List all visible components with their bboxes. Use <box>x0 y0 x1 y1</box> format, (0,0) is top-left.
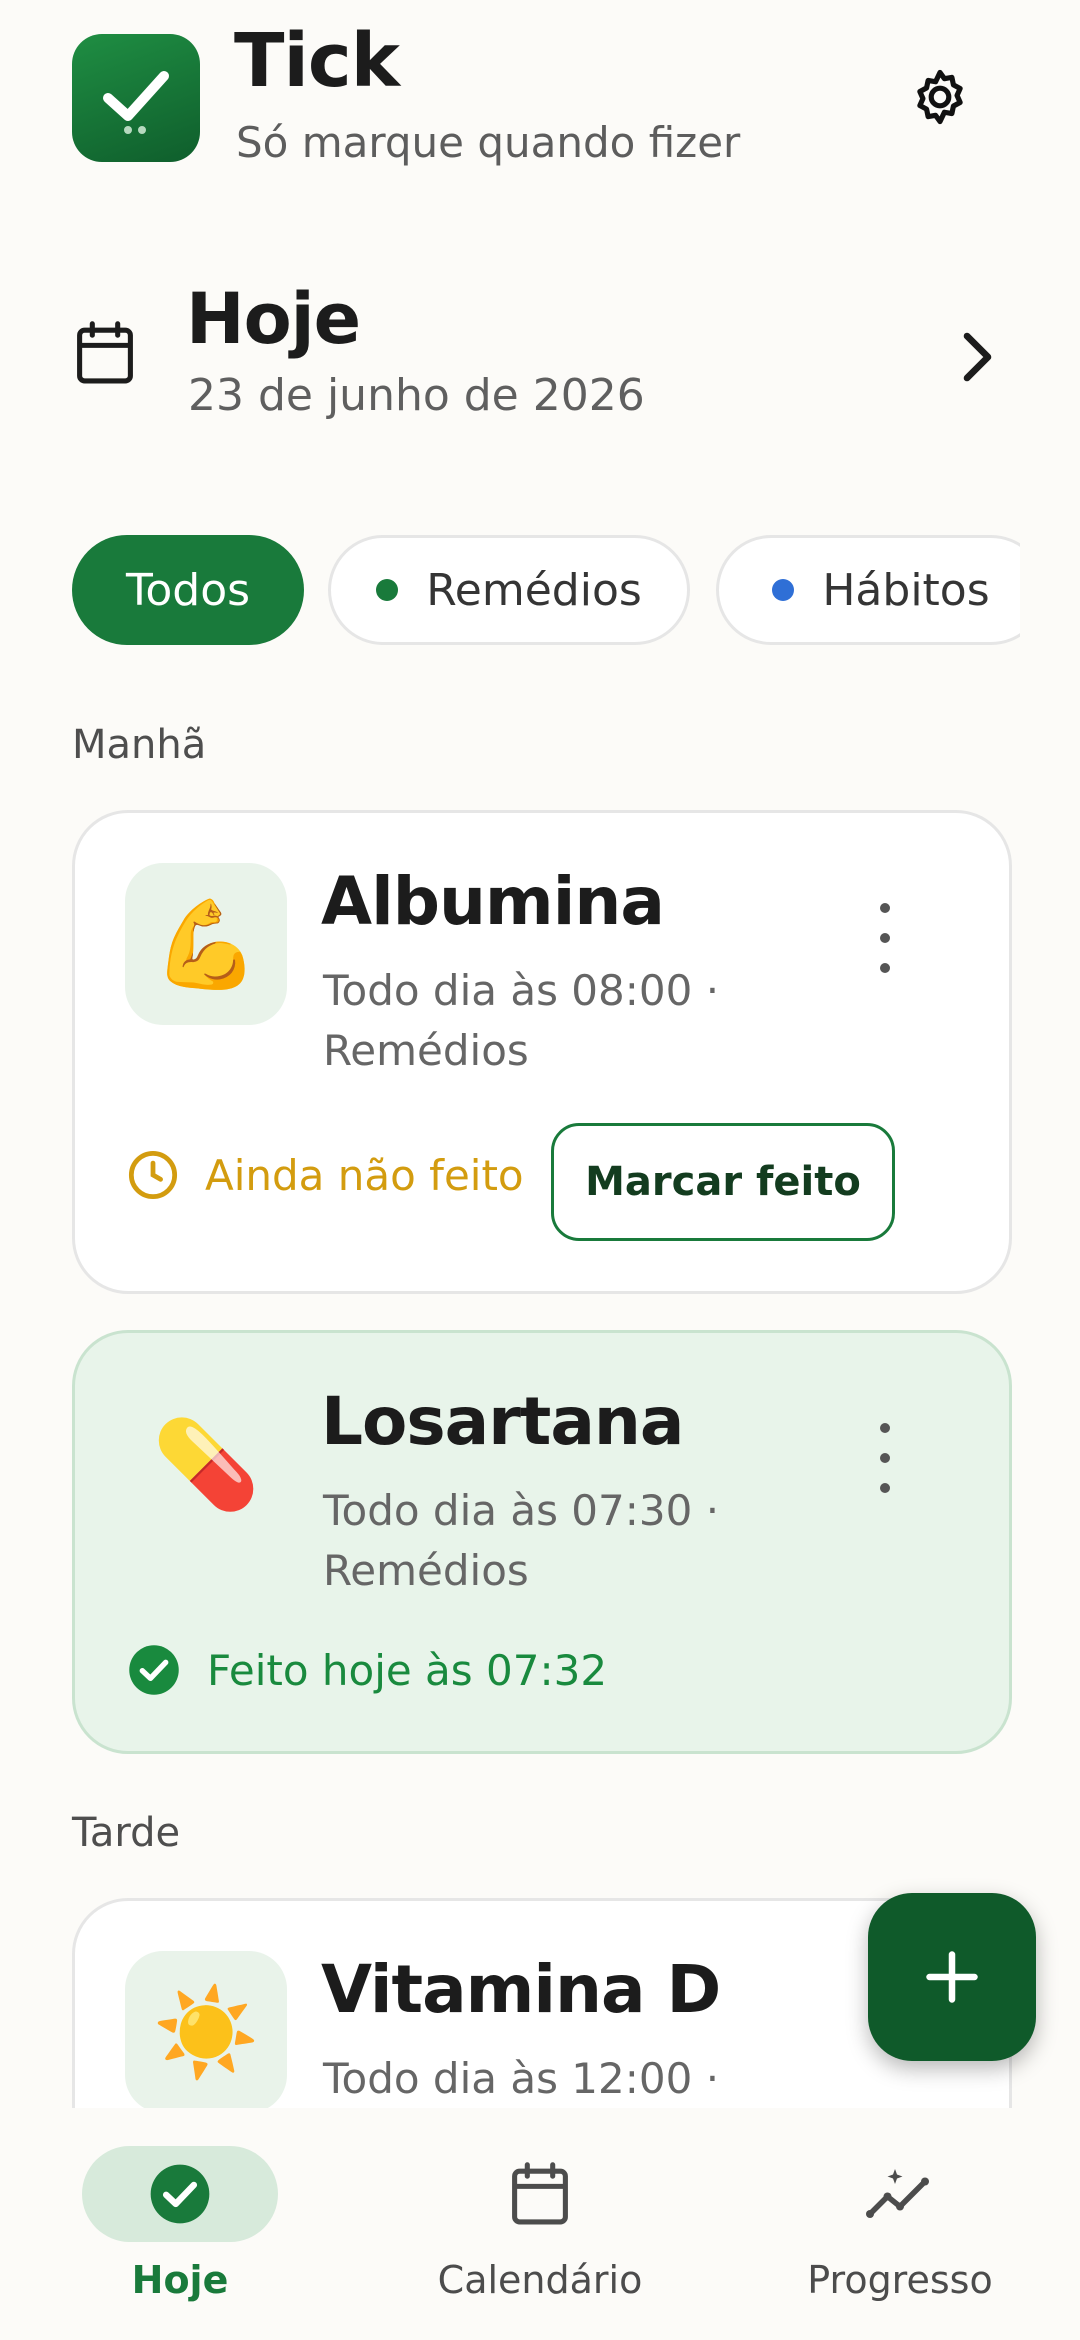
status-pending: Ainda não feito <box>127 1149 524 1201</box>
chip-label: Hábitos <box>822 564 990 616</box>
task-meta: Todo dia às 08:00 · Remédios <box>323 966 720 1075</box>
plus-icon <box>926 1951 978 2003</box>
date-selector[interactable]: Hoje 23 de junho de 2026 <box>0 270 1080 440</box>
check-logo-icon <box>103 71 169 134</box>
app-subtitle: Só marque quando fizer <box>236 118 741 167</box>
chevron-right-icon[interactable] <box>958 330 994 384</box>
check-circle-icon <box>129 1645 179 1695</box>
task-card-losartana[interactable]: 💊 Losartana Todo dia às 07:30 · Remédios… <box>72 1330 1012 1754</box>
green-dot-icon <box>376 579 399 601</box>
task-title: Losartana <box>321 1383 684 1460</box>
task-meta: Todo dia às 12:00 · <box>323 2054 720 2103</box>
status-done: Feito hoje às 07:32 <box>127 1643 607 1697</box>
calendar-icon <box>77 321 133 384</box>
trend-sparkle-icon <box>866 2169 929 2218</box>
nav-label: Hoje <box>131 2258 229 2302</box>
nav-item-calendario[interactable]: Calendário <box>360 2108 720 2340</box>
nav-item-progresso[interactable]: Progresso <box>720 2108 1080 2340</box>
nav-pill <box>442 2146 638 2242</box>
task-title: Albumina <box>321 863 665 940</box>
nav-label: Progresso <box>807 2258 993 2302</box>
filter-chip-habitos[interactable]: Hábitos <box>716 535 1020 645</box>
nav-label: Calendário <box>437 2258 643 2302</box>
settings-button[interactable] <box>905 62 975 132</box>
status-text: Feito hoje às 07:32 <box>207 1645 608 1695</box>
gear-icon <box>917 69 963 125</box>
calendar-icon <box>512 2162 568 2225</box>
section-label-morning: Manhã <box>72 722 207 768</box>
mark-done-button[interactable]: Marcar feito <box>551 1123 895 1241</box>
clock-icon <box>128 1150 178 1200</box>
blue-dot-icon <box>772 579 795 601</box>
more-vertical-icon[interactable] <box>865 1423 905 1493</box>
more-vertical-icon[interactable] <box>865 903 905 973</box>
nav-pill <box>82 2146 278 2242</box>
date-title: Hoje <box>186 278 361 360</box>
flexed-biceps-icon: 💪 <box>125 863 287 1025</box>
add-task-button[interactable] <box>868 1893 1036 2061</box>
sun-icon: ☀️ <box>125 1951 287 2113</box>
bottom-navigation: Hoje Calendário Progresso <box>0 2108 1080 2340</box>
filter-chips: Todos Remédios Hábitos <box>72 535 1020 645</box>
pill-icon: 💊 <box>152 1414 260 1515</box>
task-card-albumina[interactable]: 💪 Albumina Todo dia às 08:00 · Remédios … <box>72 810 1012 1294</box>
task-title: Vitamina D <box>321 1951 721 2028</box>
date-subtitle: 23 de junho de 2026 <box>188 370 645 421</box>
check-circle-icon <box>150 2164 210 2224</box>
task-meta: Todo dia às 07:30 · Remédios <box>323 1486 720 1595</box>
nav-pill <box>802 2146 998 2242</box>
status-text: Ainda não feito <box>205 1150 524 1200</box>
nav-item-hoje[interactable]: Hoje <box>0 2108 360 2340</box>
filter-chip-remedios[interactable]: Remédios <box>328 535 690 645</box>
chip-label: Todos <box>125 564 251 616</box>
chip-label: Remédios <box>426 564 642 616</box>
filter-chip-todos[interactable]: Todos <box>72 535 304 645</box>
section-label-afternoon: Tarde <box>72 1810 181 1856</box>
app-logo <box>72 34 200 162</box>
app-title: Tick <box>234 18 400 104</box>
